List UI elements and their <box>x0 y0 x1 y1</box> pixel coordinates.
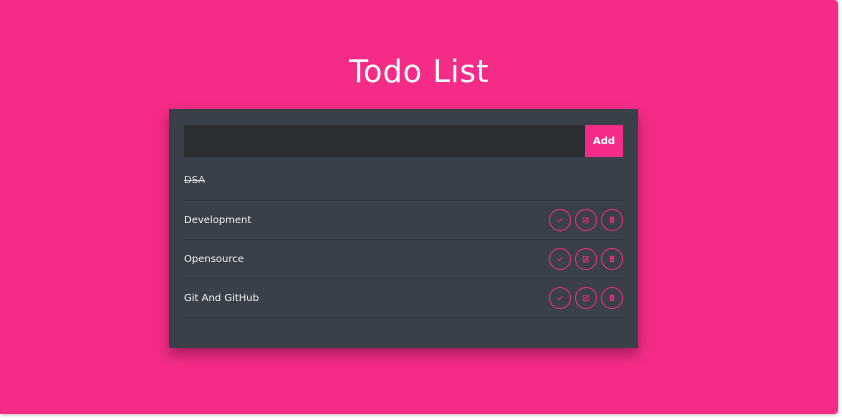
edit-button[interactable] <box>575 248 597 270</box>
edit-button[interactable] <box>575 209 597 231</box>
todo-item: Opensource <box>184 240 623 279</box>
edit-icon <box>582 255 590 263</box>
edit-button[interactable] <box>575 287 597 309</box>
trash-icon <box>609 255 615 263</box>
complete-button[interactable] <box>549 287 571 309</box>
todo-item-text[interactable]: Git And GitHub <box>184 293 259 304</box>
add-todo-form: Add <box>184 125 623 157</box>
trash-icon <box>609 294 615 302</box>
todo-actions <box>549 287 623 309</box>
todo-item: Git And GitHub <box>184 279 623 318</box>
todo-item-text[interactable]: DSA <box>184 175 205 186</box>
todo-list: DSA Development Opensource Git And GitHu… <box>184 161 623 318</box>
check-icon <box>557 257 563 262</box>
complete-button[interactable] <box>549 248 571 270</box>
trash-icon <box>609 216 615 224</box>
delete-button[interactable] <box>601 209 623 231</box>
complete-button[interactable] <box>549 209 571 231</box>
add-button[interactable]: Add <box>585 125 623 157</box>
todo-actions <box>549 209 623 231</box>
edit-icon <box>582 294 590 302</box>
delete-button[interactable] <box>601 287 623 309</box>
check-icon <box>557 218 563 223</box>
todo-input[interactable] <box>184 125 585 157</box>
delete-button[interactable] <box>601 248 623 270</box>
todo-item: Development <box>184 201 623 240</box>
edit-icon <box>582 216 590 224</box>
check-icon <box>557 296 563 301</box>
app-background: Todo List Add DSA Development Opensource… <box>0 0 838 414</box>
todo-item-text[interactable]: Development <box>184 215 251 226</box>
todo-item-text[interactable]: Opensource <box>184 254 244 265</box>
page-title: Todo List <box>349 54 489 90</box>
todo-item: DSA <box>184 161 623 201</box>
todo-card: Add DSA Development Opensource Git And G… <box>169 109 638 348</box>
todo-actions <box>549 248 623 270</box>
